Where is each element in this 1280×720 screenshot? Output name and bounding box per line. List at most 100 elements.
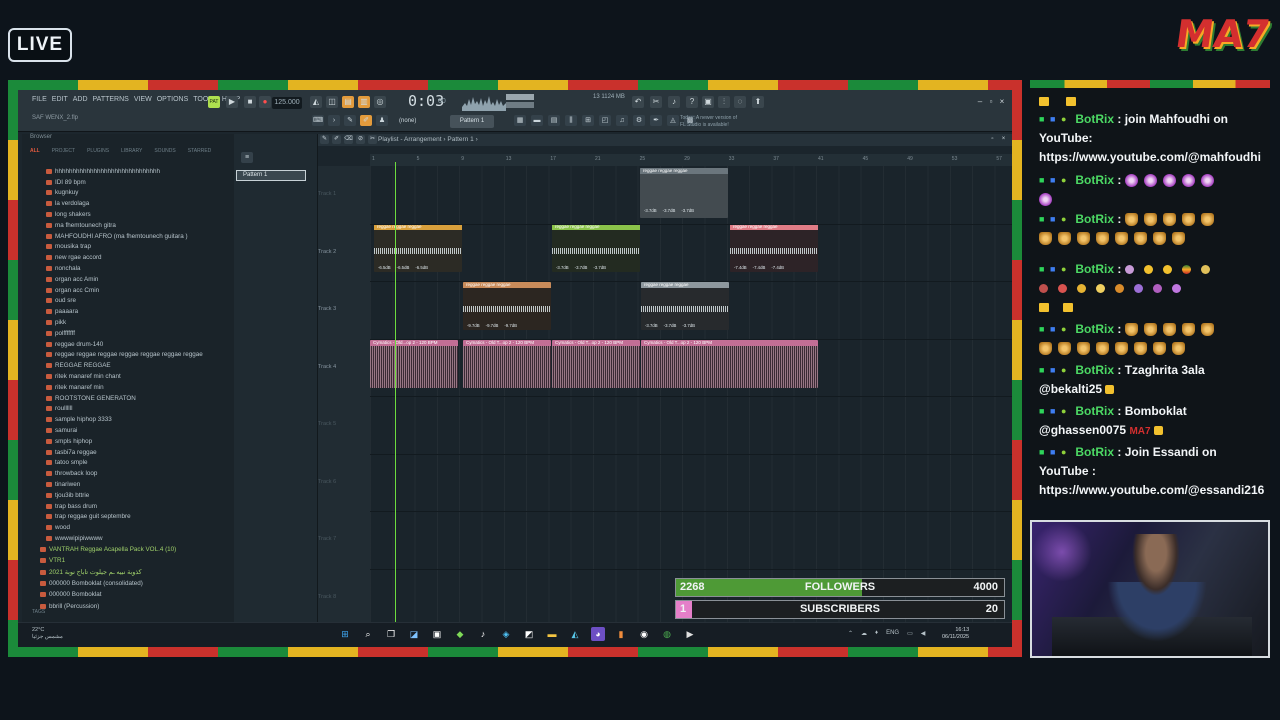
- tray-chevron-icon[interactable]: ⌃: [848, 630, 853, 637]
- track-header[interactable]: Track 4: [318, 364, 370, 370]
- track-header[interactable]: Track 1: [318, 191, 370, 197]
- chat-username[interactable]: BotRix: [1075, 212, 1114, 226]
- mixer-view-icon[interactable]: ⫼: [565, 115, 577, 126]
- pl-delete-icon[interactable]: ⌫: [344, 135, 353, 144]
- pat-song-toggle[interactable]: PAT: [208, 96, 220, 108]
- browser-item[interactable]: trap bass drum: [46, 501, 232, 512]
- track-header[interactable]: Track 2: [318, 249, 370, 255]
- master-volume-slider[interactable]: [506, 94, 534, 100]
- browser-item[interactable]: organ acc Amin: [46, 274, 232, 285]
- playhead[interactable]: [395, 162, 396, 647]
- master-pitch-slider[interactable]: [506, 102, 534, 108]
- app-icon-vs[interactable]: ◭: [568, 627, 582, 641]
- save-icon[interactable]: ▣: [702, 96, 714, 108]
- browser-folder-item[interactable]: كذوبة نبيه ـم جيلوت تاباج نوبة 2021: [40, 567, 232, 578]
- browser-item[interactable]: reggae drum-140: [46, 339, 232, 350]
- task-view-icon[interactable]: ❐: [384, 627, 398, 641]
- app-icon-green[interactable]: ◆: [453, 627, 467, 641]
- tray-cloud-icon[interactable]: ☁: [861, 630, 867, 637]
- search-icon[interactable]: ⌕: [361, 627, 375, 641]
- app-icon-store[interactable]: ◩: [522, 627, 536, 641]
- pl-slice-icon[interactable]: ✂: [368, 135, 377, 144]
- browser-tab-project[interactable]: PROJECT: [52, 148, 75, 154]
- metronome-icon[interactable]: ◭: [310, 96, 322, 108]
- playlist-pattern[interactable]: Pattern 1: [447, 136, 473, 143]
- clip-track1[interactable]: reggae reggae reggae -3.7dB -3.7dB -3.7d…: [640, 168, 728, 218]
- browser-tab-all[interactable]: ALL: [30, 148, 40, 154]
- browser-item[interactable]: wood: [46, 522, 232, 533]
- tray-network-icon[interactable]: ▭: [907, 630, 913, 637]
- browser-item[interactable]: roullllll: [46, 404, 232, 415]
- browser-folder-item[interactable]: 000000 Bomboklat: [40, 589, 232, 600]
- browser-item[interactable]: IDI 89 bpm: [46, 177, 232, 188]
- terminal-icon[interactable]: ▣: [430, 627, 444, 641]
- tempo-icon[interactable]: ♫: [616, 115, 628, 126]
- countdown-icon[interactable]: ▤: [342, 96, 354, 108]
- widgets-icon[interactable]: ◪: [407, 627, 421, 641]
- browser-item[interactable]: hhhhhhhhhhhhhhhhhhhhhhhhhhhhhh: [46, 166, 232, 177]
- browser-tab-starred[interactable]: STARRED: [188, 148, 212, 154]
- clip-track2-b[interactable]: reggae reggae reggae -3.7dB -3.7dB -3.7d…: [552, 224, 640, 272]
- timeline-ruler[interactable]: 15913172125293337414549535761: [370, 154, 1012, 166]
- browser-item[interactable]: tjou3ib bttrie: [46, 490, 232, 501]
- browser-item[interactable]: nonchala: [46, 263, 232, 274]
- connect-icon[interactable]: ◬: [667, 115, 679, 126]
- browser-item[interactable]: ritek manaref min chant: [46, 371, 232, 382]
- playlist-icon[interactable]: ▦: [514, 115, 526, 126]
- arrangement-grid[interactable]: reggae reggae reggae -3.7dB -3.7dB -3.7d…: [370, 166, 1012, 647]
- chat-username[interactable]: BotRix: [1075, 322, 1114, 336]
- chat-username[interactable]: BotRix: [1075, 445, 1114, 459]
- chat-link[interactable]: https://www.youtube.com/@mahfoudhi: [1039, 150, 1261, 164]
- clip-track3-a[interactable]: reggae reggae reggae -9.7dB -9.7dB -9.7d…: [463, 282, 551, 330]
- menu-patterns[interactable]: PATTERNS: [93, 96, 129, 103]
- browser-item[interactable]: MAHFOUDHI AFRO (ma fhemtounech guitara ): [46, 231, 232, 242]
- browser-item[interactable]: polfffffff: [46, 328, 232, 339]
- browser-item[interactable]: tasbi7a reggae: [46, 447, 232, 458]
- undo-icon[interactable]: ↶: [632, 96, 644, 108]
- chat-username[interactable]: BotRix: [1075, 404, 1114, 418]
- browser-item[interactable]: pikk: [46, 317, 232, 328]
- close-icon[interactable]: ×: [996, 96, 1008, 108]
- tray-lang[interactable]: ENG: [886, 630, 899, 637]
- chat-icon[interactable]: ◌: [734, 96, 746, 108]
- track-header[interactable]: Track 6: [318, 479, 370, 485]
- browser-view-icon[interactable]: ⊞: [582, 115, 594, 126]
- browser-item[interactable]: paaaara: [46, 306, 232, 317]
- browser-item[interactable]: tinariwen: [46, 479, 232, 490]
- clip-track4-d[interactable]: Cymatics - Old T...op 2 - 120 BPM: [641, 340, 818, 388]
- wait-icon[interactable]: ◫: [326, 96, 338, 108]
- clip-track3-b[interactable]: reggae reggae reggae -3.7dB -3.7dB -3.7d…: [641, 282, 729, 330]
- picker-menu-icon[interactable]: ≡: [241, 152, 253, 163]
- weather-widget[interactable]: 22°C مشمس جزئيا: [32, 627, 63, 641]
- stamp-icon[interactable]: ♟: [376, 115, 388, 126]
- browser-item[interactable]: trap reggae guit septembre: [46, 512, 232, 523]
- chat-username[interactable]: BotRix: [1075, 363, 1114, 377]
- plugin-icon[interactable]: ⬆: [752, 96, 764, 108]
- tray-volume-icon[interactable]: ◀: [921, 630, 926, 637]
- clip-track4-b[interactable]: Cymatics - Old T...op 2 - 120 BPM: [463, 340, 551, 388]
- playlist-close-icon[interactable]: ×: [999, 135, 1008, 144]
- chat-username[interactable]: BotRix: [1075, 262, 1114, 276]
- start-icon[interactable]: ⊞: [338, 627, 352, 641]
- menu-options[interactable]: OPTIONS: [157, 96, 189, 103]
- picker-pattern-item[interactable]: Pattern 1: [236, 170, 306, 181]
- taskbar-clock[interactable]: 16:13 06/11/2025: [942, 627, 969, 641]
- browser-item[interactable]: kugnkuy: [46, 188, 232, 199]
- discord-icon[interactable]: ◕: [591, 627, 605, 641]
- browser-item[interactable]: long shakers: [46, 209, 232, 220]
- stop-button[interactable]: ■: [244, 96, 256, 108]
- news-panel[interactable]: Today: A newer version of FL Studio is a…: [680, 115, 737, 129]
- browser-item[interactable]: oud sre: [46, 296, 232, 307]
- browser-item[interactable]: ROOTSTONE GENERATON: [46, 393, 232, 404]
- loop-record-icon[interactable]: ▥: [358, 96, 370, 108]
- mixer-icon[interactable]: ⫶: [718, 96, 730, 108]
- pencil-icon[interactable]: ✐: [360, 115, 372, 126]
- browser-item[interactable]: ma fhemtounech gitra: [46, 220, 232, 231]
- browser-folder-item[interactable]: bbrill (Percussion): [40, 600, 232, 611]
- chrome-icon[interactable]: ◍: [660, 627, 674, 641]
- browser-item[interactable]: REGGAE REGGAE: [46, 360, 232, 371]
- plugin-db-icon[interactable]: ◰: [599, 115, 611, 126]
- menu-add[interactable]: ADD: [73, 96, 88, 103]
- pl-mute-icon[interactable]: ⊘: [356, 135, 365, 144]
- browser-item[interactable]: la verdolaga: [46, 198, 232, 209]
